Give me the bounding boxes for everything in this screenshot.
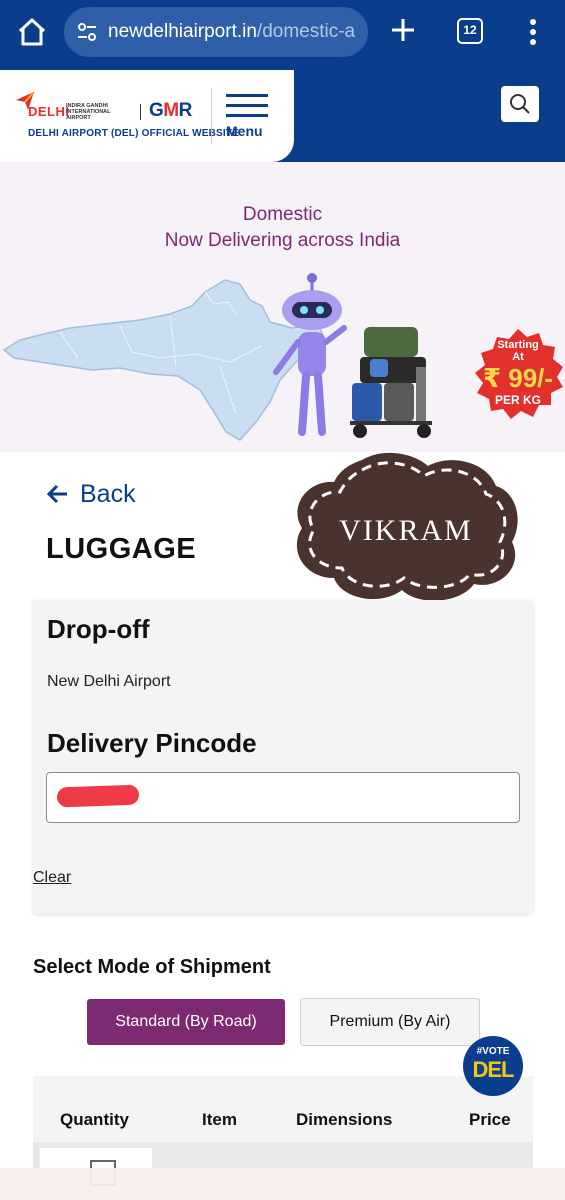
luggage-trolley-illustration xyxy=(350,327,432,438)
dropoff-heading: Drop-off xyxy=(47,614,150,644)
promo-banner[interactable]: Domestic Now Delivering across India Sta… xyxy=(0,162,565,452)
column-price: Price xyxy=(469,1110,511,1129)
pincode-heading: Delivery Pincode xyxy=(47,728,257,758)
column-quantity: Quantity xyxy=(60,1110,129,1129)
site-logo[interactable]: DELHI INDIRA GANDHI INTERNATIONAL AIRPOR… xyxy=(0,70,294,162)
logo-delhi-text: DELHI xyxy=(28,104,70,119)
more-options-icon[interactable] xyxy=(523,14,543,50)
header-divider xyxy=(211,88,212,144)
tab-switcher-button[interactable]: 12 xyxy=(457,18,483,44)
back-label: Back xyxy=(80,479,136,508)
url-path: /domestic-a xyxy=(256,21,356,42)
banner-line-2: Now Delivering across India xyxy=(164,230,401,251)
logo-separator xyxy=(140,104,141,120)
hamburger-bar xyxy=(226,114,268,117)
browser-toolbar: newdelhiairport.in/domestic-a 12 xyxy=(0,0,565,70)
banner-line-1: Domestic xyxy=(242,204,323,225)
vote-badge-line-2: DEL xyxy=(472,1057,515,1082)
url-host: newdelhiairport.in xyxy=(108,21,257,42)
search-icon xyxy=(510,94,530,114)
home-icon[interactable] xyxy=(14,14,50,50)
column-dimensions: Dimensions xyxy=(296,1110,393,1129)
logo-gmr-r: R xyxy=(178,100,193,121)
column-item: Item xyxy=(202,1110,237,1129)
items-table-header: Quantity Item Dimensions Price xyxy=(33,1076,533,1144)
vote-badge-line-1: #VOTE xyxy=(476,1046,510,1057)
vikram-sticker-overlay: VIKRAM xyxy=(296,452,518,601)
site-settings-icon[interactable] xyxy=(76,21,98,43)
vote-del-badge[interactable]: #VOTE DEL xyxy=(463,1036,523,1096)
menu-label: Menu xyxy=(226,123,263,139)
clear-link[interactable]: Clear xyxy=(33,869,71,887)
dropoff-value: New Delhi Airport xyxy=(47,673,171,690)
redaction-mark xyxy=(56,784,140,808)
menu-button[interactable]: Menu xyxy=(222,92,272,142)
standard-shipment-button[interactable]: Standard (By Road) xyxy=(87,999,285,1045)
luggage-form-card: Drop-off New Delhi Airport Delivery Pinc… xyxy=(33,600,533,914)
logo-gmr-g: G xyxy=(149,100,164,121)
search-button[interactable] xyxy=(501,86,539,122)
price-badge: Starting At ₹ 99/- PER KG xyxy=(471,327,565,421)
badge-price: ₹ 99/- xyxy=(482,363,554,393)
hamburger-bar xyxy=(226,104,268,107)
badge-unit: PER KG xyxy=(494,393,541,407)
address-bar[interactable]: newdelhiairport.in/domestic-a xyxy=(64,7,368,57)
shipment-mode-title: Select Mode of Shipment xyxy=(33,956,271,978)
badge-at: At xyxy=(512,351,524,363)
premium-shipment-button[interactable]: Premium (By Air) xyxy=(300,998,480,1046)
new-tab-icon[interactable] xyxy=(388,15,418,45)
page-title: LUGGAGE xyxy=(46,533,197,565)
sticker-text: VIKRAM xyxy=(339,514,473,547)
logo-gmr-text: GMR xyxy=(149,100,192,122)
hamburger-icon xyxy=(226,94,268,97)
arrow-left-icon xyxy=(46,484,67,504)
sticky-bottom-bar xyxy=(0,1168,565,1200)
badge-starting: Starting xyxy=(497,339,539,351)
site-header: DELHI INDIRA GANDHI INTERNATIONAL AIRPOR… xyxy=(0,70,565,162)
logo-igi-text: INDIRA GANDHI INTERNATIONAL AIRPORT xyxy=(66,103,111,121)
back-link[interactable]: Back xyxy=(46,478,136,510)
logo-gmr-m: M xyxy=(163,100,179,121)
logo-subtitle: DELHI AIRPORT (DEL) OFFICIAL WEBSITE xyxy=(28,128,240,139)
